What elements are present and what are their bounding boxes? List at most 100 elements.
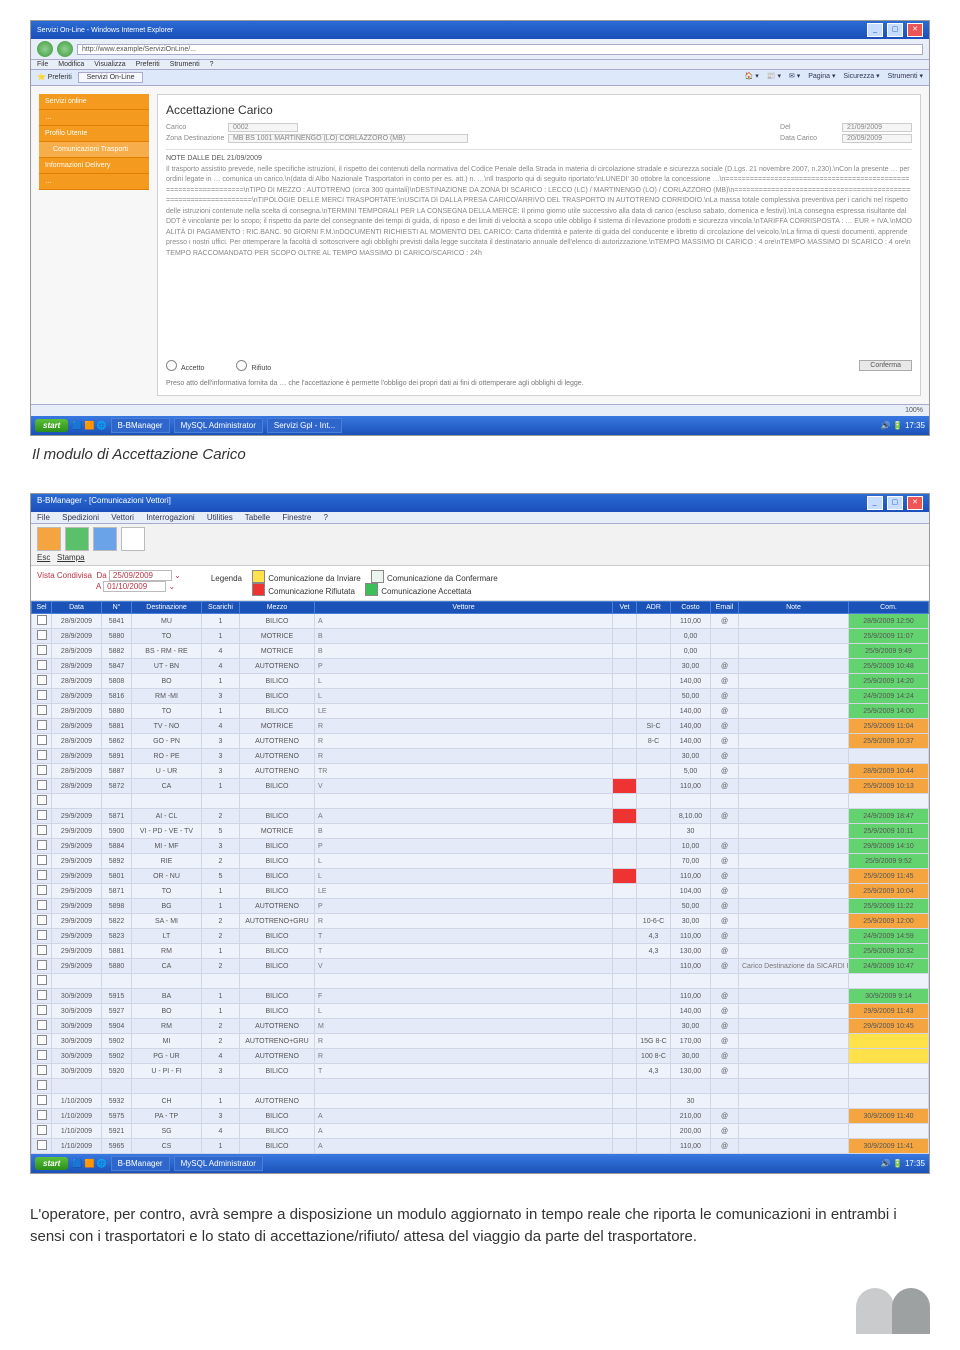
system-tray[interactable]: 🔊 🔋 17:35 [881, 421, 925, 430]
menu-tabelle[interactable]: Tabelle [245, 513, 270, 522]
menu-preferiti[interactable]: Preferiti [136, 61, 160, 68]
data-carico-field[interactable]: 20/09/2009 [842, 134, 912, 143]
system-tray[interactable]: 🔊 🔋 17:35 [881, 1159, 925, 1168]
column-header[interactable]: ADR [637, 602, 671, 614]
zoom-level[interactable]: 100% [905, 407, 923, 414]
table-row[interactable]: 28/9/20095882BS - RM - RE4MOTRICEB0,0025… [32, 644, 929, 659]
cmd-strumenti[interactable]: Strumenti ▾ [888, 73, 923, 80]
sidebar-item-comunicazioni-trasporti[interactable]: Comunicazioni Trasporti [39, 142, 149, 158]
table-row[interactable]: 30/9/20095927BO1BILICOL140,00@29/9/2009 … [32, 1004, 929, 1019]
menu-utilities[interactable]: Utilities [207, 513, 233, 522]
close-button[interactable]: ✕ [907, 23, 923, 37]
menu-spedizioni[interactable]: Spedizioni [62, 513, 99, 522]
minimize-button[interactable]: _ [867, 496, 883, 510]
menu-strumenti[interactable]: Strumenti [170, 61, 200, 68]
table-row[interactable]: 30/9/20095904RM2AUTOTRENOM30,00@29/9/200… [32, 1019, 929, 1034]
table-row[interactable]: 28/9/20095841MU1BILICOA110,00@28/9/2009 … [32, 614, 929, 629]
column-header[interactable]: Destinazione [132, 602, 202, 614]
column-header[interactable]: Sel [32, 602, 52, 614]
table-row[interactable]: 28/9/20095881TV - NO4MOTRICERSI-C140,00@… [32, 719, 929, 734]
table-row[interactable]: 1/10/20095975PA - TP3BILICOA210,00@30/9/… [32, 1109, 929, 1124]
cmd-sicurezza[interactable]: Sicurezza ▾ [843, 73, 879, 80]
table-row[interactable]: 1/10/20095921SG4BILICOA200,00@ [32, 1124, 929, 1139]
table-row[interactable]: 28/9/20095872CA1BILICOV110,00@25/9/2009 … [32, 779, 929, 794]
taskbar-item[interactable]: Servizi Gpl - Int... [267, 418, 342, 433]
column-header[interactable]: Costo [671, 602, 711, 614]
sidebar-item[interactable]: … [39, 174, 149, 190]
table-row[interactable]: 29/9/20095898BG1AUTOTRENOP50,00@25/9/200… [32, 899, 929, 914]
table-row[interactable]: 30/9/20095902MI2AUTOTRENO+GRUR15G 8-C170… [32, 1034, 929, 1049]
radio-accetto[interactable]: Accetto [166, 360, 204, 372]
browser-tab[interactable]: Servizi On-Line [78, 72, 144, 83]
quicklaunch[interactable]: 🟦 🟧 🌐 [72, 421, 106, 430]
table-row[interactable]: 28/9/20095880TO1BILICOLE140,00@25/9/2009… [32, 704, 929, 719]
table-row[interactable] [32, 794, 929, 809]
column-header[interactable]: Email [711, 602, 739, 614]
table-row[interactable]: 1/10/20095965CS1BILICOA110,00@30/9/2009 … [32, 1139, 929, 1154]
column-header[interactable]: Vet [613, 602, 637, 614]
menu-modifica[interactable]: Modifica [58, 61, 84, 68]
column-header[interactable]: Data [52, 602, 102, 614]
table-row[interactable]: 29/9/20095884MI - MF3BILICOP10,00@29/9/2… [32, 839, 929, 854]
table-row[interactable] [32, 1079, 929, 1094]
column-header[interactable]: Com. [849, 602, 929, 614]
taskbar-item[interactable]: B-BManager [111, 1156, 170, 1171]
taskbar-item[interactable]: MySQL Administrator [174, 418, 263, 433]
table-row[interactable]: 30/9/20095902PG - UR4AUTOTRENOR100 8-C30… [32, 1049, 929, 1064]
address-bar[interactable]: http://www.example/ServiziOnLine/... [77, 44, 923, 55]
table-row[interactable]: 1/10/20095932CH1AUTOTRENO30 [32, 1094, 929, 1109]
maximize-button[interactable]: ▢ [887, 496, 903, 510]
table-row[interactable]: 29/9/20095822SA - MI2AUTOTRENO+GRUR10-6-… [32, 914, 929, 929]
sidebar-item-profilo[interactable]: Profilo Utente [39, 126, 149, 142]
column-header[interactable]: Vettore [315, 602, 613, 614]
menu-visualizza[interactable]: Visualizza [94, 61, 125, 68]
table-row[interactable]: 28/9/20095891RO - PE3AUTOTRENOR30,00@ [32, 749, 929, 764]
quicklaunch[interactable]: 🟦 🟧 🌐 [72, 1159, 106, 1168]
carico-field[interactable]: 0002 [228, 123, 298, 132]
table-row[interactable]: 29/9/20095871TO1BILICOLE104,00@25/9/2009… [32, 884, 929, 899]
cmd-mail-icon[interactable]: ✉ ▾ [789, 73, 800, 80]
start-button[interactable]: start [35, 419, 68, 432]
cmd-home-icon[interactable]: 🏠 ▾ [745, 73, 759, 80]
menu-help[interactable]: ? [210, 61, 214, 68]
cmd-feed-icon[interactable]: 📰 ▾ [767, 73, 781, 80]
data-grid[interactable]: SelDataN°DestinazioneScarichiMezzoVettor… [31, 601, 929, 1154]
forward-button[interactable] [57, 41, 73, 57]
minimize-button[interactable]: _ [867, 23, 883, 37]
menu-help[interactable]: ? [324, 513, 328, 522]
table-row[interactable]: 29/9/20095881RM1BILICOT4,3130,00@25/9/20… [32, 944, 929, 959]
date-from-field[interactable]: 25/09/2009 [109, 570, 172, 581]
toolbar-button-4[interactable] [121, 527, 145, 551]
table-row[interactable]: 29/9/20095871AI - CL2BILICOA8,10.00@24/9… [32, 809, 929, 824]
table-row[interactable]: 28/9/20095816RM -MI3BILICOL50,00@24/9/20… [32, 689, 929, 704]
taskbar-item[interactable]: MySQL Administrator [174, 1156, 263, 1171]
cmd-pagina[interactable]: Pagina ▾ [808, 73, 835, 80]
menu-file[interactable]: File [37, 513, 50, 522]
table-row[interactable]: 28/9/20095862GO - PN3AUTOTRENOR8-C140,00… [32, 734, 929, 749]
menu-finestre[interactable]: Finestre [282, 513, 311, 522]
del-field[interactable]: 21/09/2009 [842, 123, 912, 132]
table-row[interactable]: 30/9/20095915BA1BILICOF110,00@30/9/2009 … [32, 989, 929, 1004]
table-row[interactable]: 28/9/20095887U - UR3AUTOTRENOTR5,00@28/9… [32, 764, 929, 779]
toolbar-button-3[interactable] [93, 527, 117, 551]
table-row[interactable]: 29/9/20095880CA2BILICOV110,00@Carico Des… [32, 959, 929, 974]
table-row[interactable]: 28/9/20095847UT - BN4AUTOTRENOP30,00@25/… [32, 659, 929, 674]
sidebar-item-info-delivery[interactable]: Informazioni Delivery [39, 158, 149, 174]
menu-interrogazioni[interactable]: Interrogazioni [146, 513, 194, 522]
maximize-button[interactable]: ▢ [887, 23, 903, 37]
column-header[interactable]: N° [102, 602, 132, 614]
table-row[interactable]: 29/9/20095823LT2BILICOT4,3110,00@24/9/20… [32, 929, 929, 944]
table-row[interactable]: 30/9/20095920U - PI - FI3BILICOT4,3130,0… [32, 1064, 929, 1079]
toolbar-button-2[interactable] [65, 527, 89, 551]
zona-field[interactable]: MB BS 1001 MARTINENGO (LO) CORLAZZORO (M… [228, 134, 468, 143]
table-row[interactable]: 29/9/20095900VI - PD - VE - TV5MOTRICEB3… [32, 824, 929, 839]
column-header[interactable]: Mezzo [240, 602, 315, 614]
table-row[interactable]: 28/9/20095808BO1BILICOL140,00@25/9/2009 … [32, 674, 929, 689]
sidebar-item-servizi[interactable]: Servizi online [39, 94, 149, 110]
table-row[interactable] [32, 974, 929, 989]
menu-vettori[interactable]: Vettori [111, 513, 134, 522]
table-row[interactable]: 29/9/20095801OR - NU5BILICOL110,00@25/9/… [32, 869, 929, 884]
menu-file[interactable]: File [37, 61, 48, 68]
taskbar-item[interactable]: B-BManager [111, 418, 170, 433]
close-button[interactable]: ✕ [907, 496, 923, 510]
